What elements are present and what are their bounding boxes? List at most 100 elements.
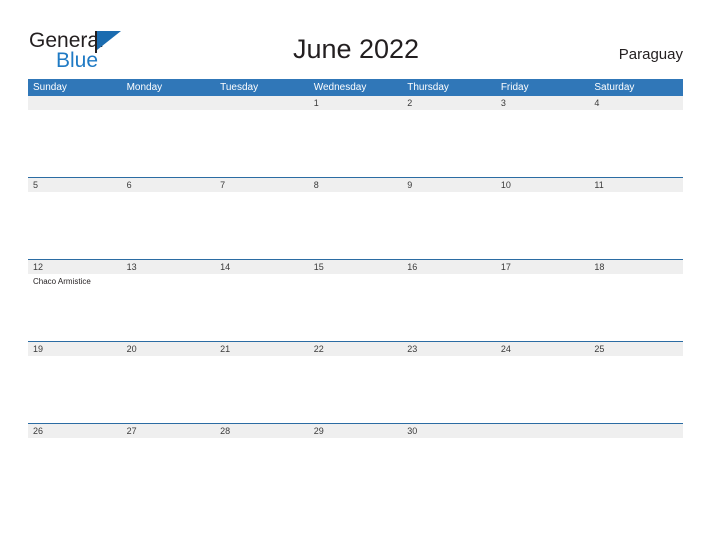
day-cell-body[interactable] — [28, 438, 122, 505]
day-cell-body[interactable] — [215, 438, 309, 505]
calendar-week-row: 12 13 14 15 16 17 18 Chaco Armistice — [28, 259, 683, 341]
week-event-band — [28, 192, 683, 259]
day-number-17[interactable]: 17 — [496, 260, 590, 274]
day-cell-body[interactable] — [215, 192, 309, 259]
day-cell-body[interactable] — [122, 192, 216, 259]
day-number-27[interactable]: 27 — [122, 424, 216, 438]
day-number-empty — [589, 424, 683, 438]
week-event-band — [28, 356, 683, 423]
week-event-band — [28, 110, 683, 177]
day-cell-body — [496, 438, 590, 505]
page-title: June 2022 — [292, 34, 420, 64]
day-of-week-header-wednesday: Wednesday — [313, 82, 367, 93]
day-cell-body[interactable] — [309, 110, 403, 177]
day-number-10[interactable]: 10 — [496, 178, 590, 192]
day-number-19[interactable]: 19 — [28, 342, 122, 356]
day-of-week-header-monday: Monday — [126, 82, 163, 93]
day-number-25[interactable]: 25 — [589, 342, 683, 356]
day-number-1[interactable]: 1 — [309, 96, 403, 110]
day-number-13[interactable]: 13 — [122, 260, 216, 274]
day-number-7[interactable]: 7 — [215, 178, 309, 192]
day-cell-body[interactable] — [496, 274, 590, 341]
page-header: General Blue June 2022 Paraguay — [0, 0, 712, 78]
day-cell-body[interactable] — [309, 438, 403, 505]
day-cell-body — [589, 438, 683, 505]
day-cell-body[interactable] — [402, 274, 496, 341]
day-cell-body[interactable] — [122, 274, 216, 341]
day-number-2[interactable]: 2 — [402, 96, 496, 110]
day-number-22[interactable]: 22 — [309, 342, 403, 356]
calendar-week-row: 1234 — [28, 96, 683, 177]
week-date-band: 26 27 28 29 30 — [28, 424, 683, 438]
calendar-page: General Blue June 2022 Paraguay Sunday Mo… — [0, 0, 712, 550]
calendar-table: Sunday Monday Tuesday Wednesday Thursday Frid… — [28, 79, 683, 505]
day-cell-body[interactable] — [309, 274, 403, 341]
day-number-9[interactable]: 9 — [402, 178, 496, 192]
day-cell-body[interactable] — [309, 192, 403, 259]
day-number-21[interactable]: 21 — [215, 342, 309, 356]
country-label: Paraguay — [618, 46, 683, 63]
day-of-week-header-thursday: Thursday — [407, 82, 449, 93]
day-cell-body[interactable] — [215, 356, 309, 423]
day-number-3[interactable]: 3 — [496, 96, 590, 110]
week-date-band: 1234 — [28, 96, 683, 110]
day-cell-body[interactable] — [122, 356, 216, 423]
week-date-band: 19 20 21 22 23 24 25 — [28, 342, 683, 356]
day-cell-body[interactable] — [402, 192, 496, 259]
day-cell-body — [28, 110, 122, 177]
day-number-26[interactable]: 26 — [28, 424, 122, 438]
day-number-29[interactable]: 29 — [309, 424, 403, 438]
day-cell-body[interactable] — [402, 438, 496, 505]
week-event-band: Chaco Armistice — [28, 274, 683, 341]
day-cell-body[interactable] — [589, 110, 683, 177]
day-cell-body[interactable] — [496, 356, 590, 423]
day-cell-body[interactable] — [122, 438, 216, 505]
day-of-week-header-tuesday: Tuesday — [220, 82, 259, 93]
day-number-11[interactable]: 11 — [589, 178, 683, 192]
week-date-band: 5 6 7 8 9 10 11 — [28, 178, 683, 192]
day-number-15[interactable]: 15 — [309, 260, 403, 274]
day-cell-body[interactable] — [402, 356, 496, 423]
day-number-14[interactable]: 14 — [215, 260, 309, 274]
day-number-20[interactable]: 20 — [122, 342, 216, 356]
day-number-6[interactable]: 6 — [122, 178, 216, 192]
day-number-8[interactable]: 8 — [309, 178, 403, 192]
day-number-28[interactable]: 28 — [215, 424, 309, 438]
day-number-18[interactable]: 18 — [589, 260, 683, 274]
day-cell-body[interactable] — [496, 110, 590, 177]
day-cell-body — [122, 110, 216, 177]
day-number-empty — [496, 424, 590, 438]
day-cell-body[interactable] — [28, 356, 122, 423]
day-number-empty — [28, 96, 122, 110]
day-of-week-header-sunday: Sunday — [33, 82, 67, 93]
day-cell-body[interactable] — [215, 274, 309, 341]
day-of-week-header-row: Sunday Monday Tuesday Wednesday Thursday Frid… — [28, 79, 683, 96]
calendar-week-row: 26 27 28 29 30 — [28, 423, 683, 505]
day-cell-body[interactable] — [402, 110, 496, 177]
day-cell-body[interactable] — [28, 192, 122, 259]
day-number-empty — [122, 96, 216, 110]
day-cell-body[interactable]: Chaco Armistice — [28, 274, 122, 341]
day-cell-body[interactable] — [309, 356, 403, 423]
day-number-16[interactable]: 16 — [402, 260, 496, 274]
calendar-weeks: 1 2 3 4 5 6 7 8 9 10 11 12 13 14 15 16 17 18 Chaco Armisti… — [28, 96, 683, 505]
day-number-23[interactable]: 23 — [402, 342, 496, 356]
week-date-band: 12 13 14 15 16 17 18 — [28, 260, 683, 274]
day-of-week-header-friday: Friday — [500, 82, 529, 93]
day-cell-body[interactable] — [589, 274, 683, 341]
holiday-event-label: Chaco Armistice — [33, 277, 91, 286]
day-number-empty — [215, 96, 309, 110]
week-event-band — [28, 438, 683, 505]
day-cell-body[interactable] — [589, 356, 683, 423]
day-number-30[interactable]: 30 — [402, 424, 496, 438]
day-cell-body[interactable] — [496, 192, 590, 259]
day-of-week-header-saturday: Saturday — [594, 82, 635, 93]
day-cell-body[interactable] — [589, 192, 683, 259]
day-number-24[interactable]: 24 — [496, 342, 590, 356]
day-number-4[interactable]: 4 — [589, 96, 683, 110]
calendar-week-row: 19 20 21 22 23 24 25 — [28, 341, 683, 423]
day-number-12[interactable]: 12 — [28, 260, 122, 274]
day-cell-body — [215, 110, 309, 177]
calendar-week-row: 5 6 7 8 9 10 11 — [28, 177, 683, 259]
day-number-5[interactable]: 5 — [28, 178, 122, 192]
